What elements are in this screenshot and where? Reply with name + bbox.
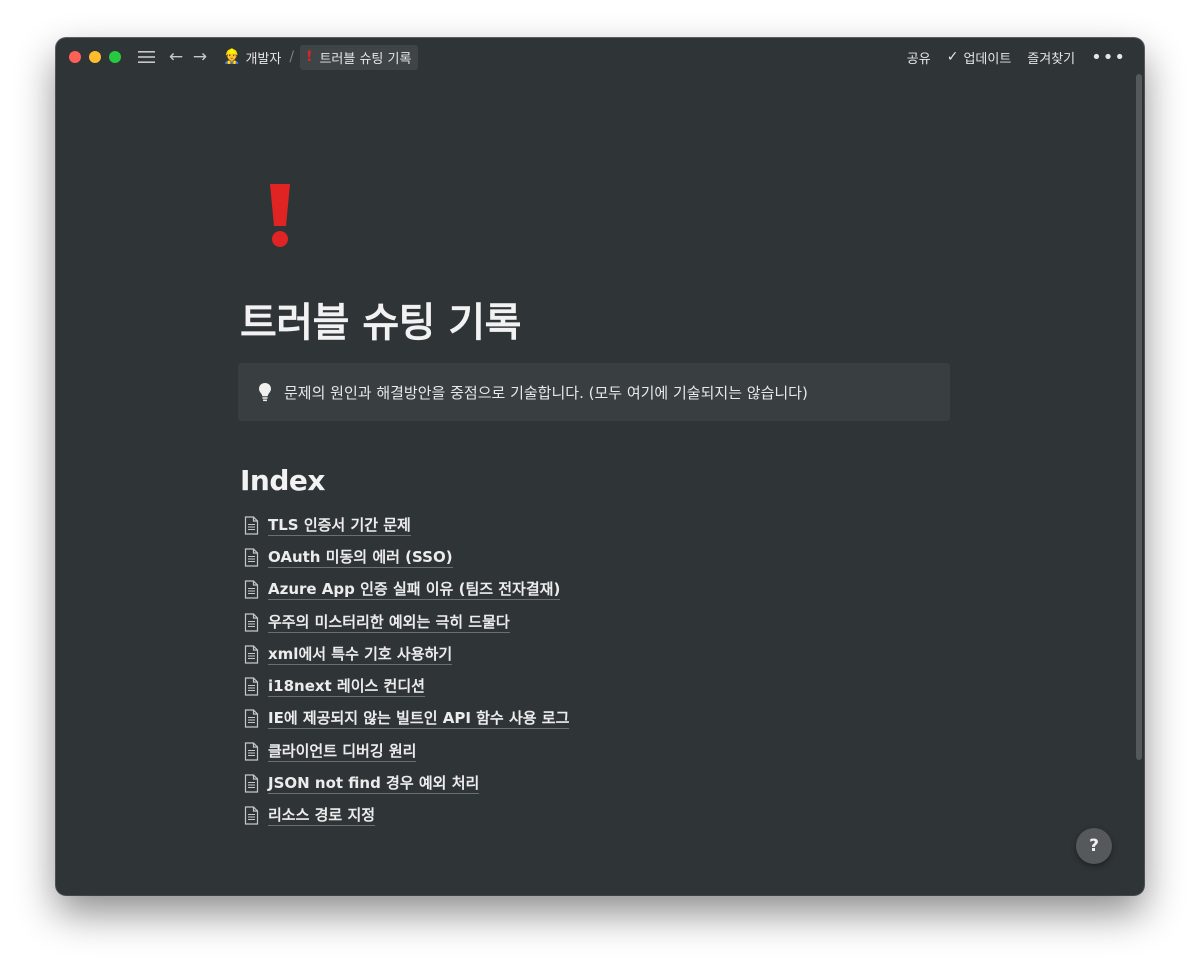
callout-text: 문제의 원인과 해결방안을 중점으로 기술합니다. (모두 여기에 기술되지는 … — [284, 383, 808, 402]
sidebar-menu-icon[interactable] — [137, 50, 155, 64]
titlebar-actions: 공유 ✓ 업데이트 즐겨찾기 ••• — [891, 47, 1126, 68]
callout-block[interactable]: 문제의 원인과 해결방안을 중점으로 기술합니다. (모두 여기에 기술되지는 … — [238, 363, 950, 421]
title-bar: ← → 👷 개발자 / ! 트러블 슈팅 기록 공유 ✓ 업데이트 즐겨찾기 •… — [56, 38, 1144, 76]
more-options-icon[interactable]: ••• — [1091, 47, 1126, 68]
list-item[interactable]: xml에서 특수 기호 사용하기 — [244, 638, 569, 670]
page-link[interactable]: i18next 레이스 컨디션 — [268, 676, 425, 698]
page-link[interactable]: 우주의 미스터리한 예외는 극히 드물다 — [268, 612, 510, 633]
page-link[interactable]: TLS 인증서 기간 문제 — [268, 515, 411, 536]
page-link[interactable]: JSON not find 경우 예외 처리 — [268, 773, 480, 795]
updates-label: 업데이트 — [963, 51, 1012, 67]
document-icon — [244, 709, 259, 729]
breadcrumb-current-label: 트러블 슈팅 기록 — [319, 51, 412, 67]
breadcrumb: 👷 개발자 / ! 트러블 슈팅 기록 — [223, 44, 419, 70]
document-icon — [244, 548, 259, 567]
close-window-button[interactable] — [69, 51, 81, 63]
document-icon — [244, 677, 259, 696]
list-item[interactable]: i18next 레이스 컨디션 — [244, 670, 569, 702]
help-button[interactable]: ? — [1076, 828, 1112, 864]
page-link[interactable]: Azure App 인증 실패 이유 (팀즈 전자결재) — [268, 579, 561, 601]
document-icon — [244, 806, 259, 825]
minimize-window-button[interactable] — [89, 51, 101, 63]
breadcrumb-separator: / — [289, 49, 295, 65]
page-link[interactable]: 리소스 경로 지정 — [268, 805, 376, 827]
list-item[interactable]: 우주의 미스터리한 예외는 극히 드물다 — [244, 606, 569, 638]
list-item[interactable]: JSON not find 경우 예외 처리 — [244, 767, 569, 799]
document-icon — [244, 580, 259, 599]
page-link[interactable]: 클라이언트 디버깅 원리 — [268, 741, 417, 762]
list-item[interactable]: IE에 제공되지 않는 빌트인 API 함수 사용 로그 — [244, 703, 570, 735]
list-item[interactable]: 클라이언트 디버깅 원리 — [244, 735, 569, 767]
page-link[interactable]: IE에 제공되지 않는 빌트인 API 함수 사용 로그 — [268, 708, 570, 730]
page-title[interactable]: 트러블 슈팅 기록 — [240, 290, 521, 348]
document-icon — [244, 612, 259, 632]
document-icon — [244, 742, 259, 761]
exclamation-icon: ! — [306, 49, 313, 65]
document-icon — [244, 774, 259, 793]
window-controls — [69, 51, 121, 63]
app-window: ← → 👷 개발자 / ! 트러블 슈팅 기록 공유 ✓ 업데이트 즐겨찾기 •… — [56, 38, 1144, 895]
breadcrumb-item-current[interactable]: ! 트러블 슈팅 기록 — [300, 44, 419, 70]
list-item[interactable]: OAuth 미동의 에러 (SSO) — [244, 541, 569, 573]
document-icon — [244, 516, 259, 535]
index-heading[interactable]: Index — [240, 464, 325, 497]
forward-arrow-icon[interactable]: → — [191, 48, 209, 66]
share-button[interactable]: 공유 — [907, 48, 931, 67]
exclamation-icon[interactable] — [268, 182, 292, 248]
document-icon — [244, 645, 259, 664]
lightbulb-icon — [258, 382, 272, 402]
worker-emoji-icon: 👷 — [223, 49, 241, 65]
maximize-window-button[interactable] — [109, 51, 121, 63]
vertical-scrollbar[interactable] — [1136, 74, 1142, 760]
page-link[interactable]: OAuth 미동의 에러 (SSO) — [268, 547, 453, 568]
favorites-button[interactable]: 즐겨찾기 — [1027, 48, 1075, 67]
list-item[interactable]: TLS 인증서 기간 문제 — [244, 509, 569, 541]
list-item[interactable]: 리소스 경로 지정 — [244, 800, 569, 832]
back-arrow-icon[interactable]: ← — [167, 48, 185, 66]
list-item[interactable]: Azure App 인증 실패 이유 (팀즈 전자결재) — [244, 574, 569, 606]
updates-button[interactable]: ✓ 업데이트 — [947, 48, 1012, 67]
page-link[interactable]: xml에서 특수 기호 사용하기 — [268, 644, 453, 665]
index-list: TLS 인증서 기간 문제 OAuth 미동의 에러 (SSO) Azure A… — [244, 509, 570, 832]
check-icon: ✓ — [946, 49, 959, 65]
breadcrumb-item-developer[interactable]: 개발자 — [245, 48, 281, 67]
